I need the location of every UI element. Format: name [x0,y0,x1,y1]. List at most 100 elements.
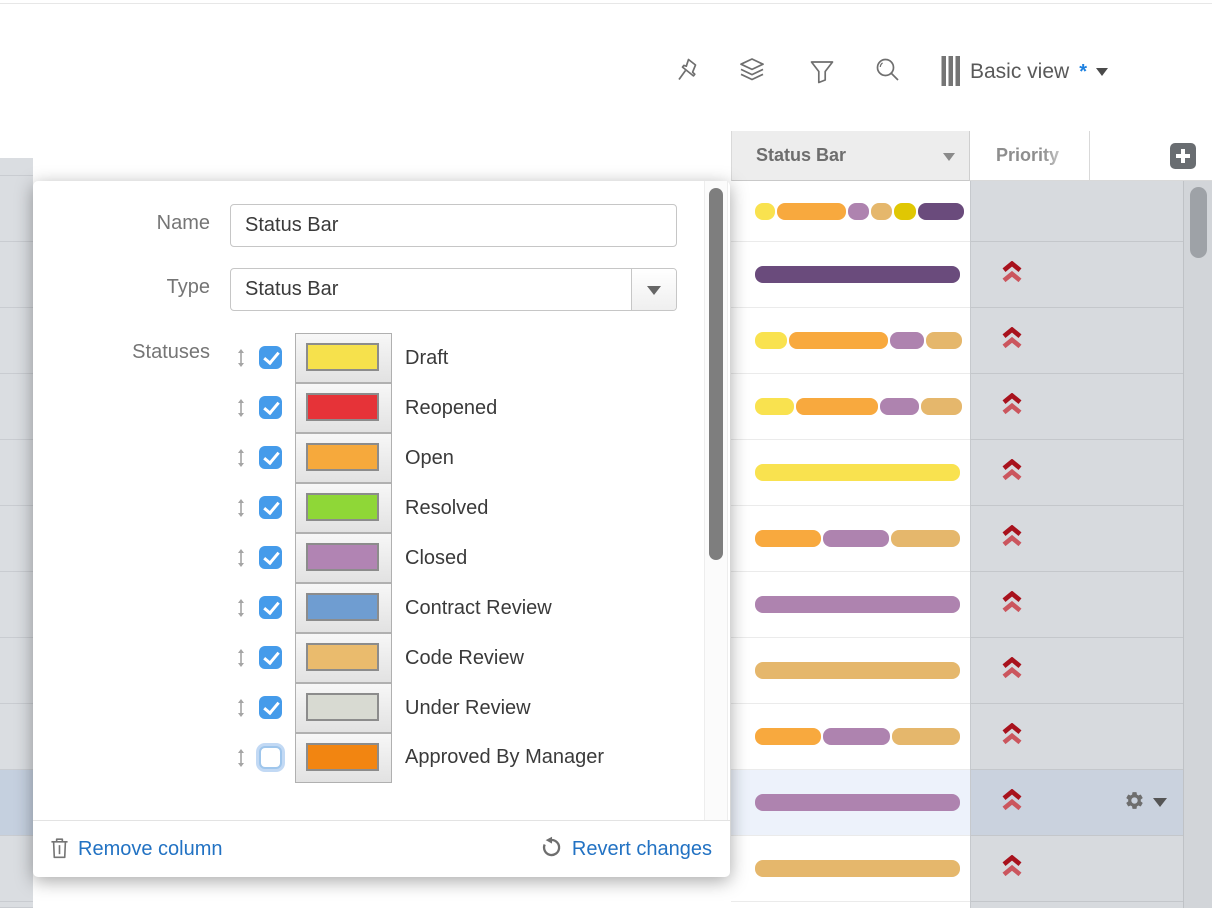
issue-row[interactable] [731,374,1183,440]
drag-handle-icon[interactable] [236,749,246,772]
dimmed-row [0,176,33,242]
status-checkbox[interactable] [259,546,282,569]
drag-handle-icon[interactable] [236,699,246,722]
status-bar-segment [796,398,878,415]
status-bar [755,728,960,745]
status-bar-segment [894,203,916,220]
grid-scrollbar-thumb[interactable] [1190,187,1207,258]
status-bar-cell [731,440,970,506]
dimmed-row [0,506,33,572]
issue-row[interactable] [731,181,1183,242]
status-row: Reopened [33,383,693,433]
status-bar-segment [755,860,960,877]
drag-handle-icon[interactable] [236,399,246,422]
status-color-swatch[interactable] [295,583,392,633]
column-header-status-bar[interactable]: Status Bar [731,131,970,181]
status-color-fill [306,343,379,371]
issue-row[interactable] [731,242,1183,308]
status-color-swatch[interactable] [295,533,392,583]
status-color-swatch[interactable] [295,683,392,733]
status-checkbox[interactable] [259,696,282,719]
panel-scrollbar-track[interactable] [704,181,728,820]
chevron-down-icon [1153,798,1167,807]
issue-row[interactable] [731,506,1183,572]
dimmed-row [0,158,33,176]
status-bar-segment [823,530,889,547]
status-checkbox[interactable] [259,496,282,519]
status-bar-segment [921,398,962,415]
view-name: Basic view [970,60,1069,84]
drag-handle-icon[interactable] [236,599,246,622]
column-header-priority[interactable]: Priority [970,131,1090,181]
grid-scrollbar-track[interactable] [1183,181,1212,908]
status-checkbox[interactable] [259,596,282,619]
status-bar-segment [755,398,794,415]
drag-handle-icon[interactable] [236,549,246,572]
status-bar-segment [777,203,846,220]
priority-cell [970,440,1183,506]
drag-handle-icon[interactable] [236,649,246,672]
revert-changes-label: Revert changes [572,838,712,861]
type-field-label: Type [63,276,210,299]
remove-column-button[interactable]: Remove column [50,821,223,877]
status-checkbox[interactable] [259,446,282,469]
priority-highest-icon [1001,525,1023,552]
layers-button[interactable] [735,54,769,88]
type-select-dropdown-button[interactable] [631,269,676,310]
add-column-button[interactable] [1170,143,1196,169]
priority-cell [970,242,1183,308]
issue-row[interactable] [731,308,1183,374]
status-color-swatch[interactable] [295,483,392,533]
top-divider [0,3,1212,4]
status-bar-segment [890,332,924,349]
status-color-swatch[interactable] [295,433,392,483]
issue-row[interactable] [731,770,1183,836]
status-bar-cell [731,242,970,308]
status-bar [755,332,962,349]
status-checkbox[interactable] [259,346,282,369]
search-button[interactable] [871,54,905,88]
status-name-label: Code Review [405,633,524,683]
status-bar [755,266,960,283]
status-checkbox[interactable] [259,396,282,419]
dimmed-table-edge [0,158,33,908]
drag-handle-icon[interactable] [236,499,246,522]
status-bar-segment [755,266,960,283]
priority-cell [970,704,1183,770]
status-color-swatch[interactable] [295,383,392,433]
status-checkbox[interactable] [259,746,282,769]
priority-highest-icon [1001,393,1023,420]
issue-row[interactable] [731,572,1183,638]
column-type-select[interactable]: Status Bar [230,268,677,311]
priority-cell [970,770,1183,836]
issue-row[interactable] [731,704,1183,770]
filter-button[interactable] [805,56,839,90]
status-checkbox[interactable] [259,646,282,669]
status-row: Closed [33,533,693,583]
row-settings-button[interactable] [1124,790,1167,816]
revert-changes-button[interactable]: Revert changes [540,821,712,877]
view-modified-indicator: * [1079,61,1087,84]
drag-handle-icon[interactable] [236,449,246,472]
status-bar-cell [731,181,970,242]
priority-cell [970,374,1183,440]
gear-icon [1124,790,1145,816]
issue-row[interactable] [731,440,1183,506]
drag-handle-icon[interactable] [236,349,246,372]
status-bar [755,662,960,679]
status-color-swatch[interactable] [295,333,392,383]
pin-button[interactable] [670,54,704,88]
issue-row[interactable] [731,836,1183,902]
column-name-input[interactable] [230,204,677,247]
status-bar-cell [731,308,970,374]
issue-row[interactable] [731,638,1183,704]
remove-column-label: Remove column [78,838,223,861]
status-color-swatch[interactable] [295,633,392,683]
panel-scrollbar-thumb[interactable] [709,188,723,560]
status-bar-segment [755,794,960,811]
status-bar-segment [755,728,821,745]
view-selector[interactable]: Basic view * [941,55,1108,89]
status-name-label: Approved By Manager [345,738,691,776]
dimmed-row [0,638,33,704]
priority-highest-icon [1001,327,1023,354]
